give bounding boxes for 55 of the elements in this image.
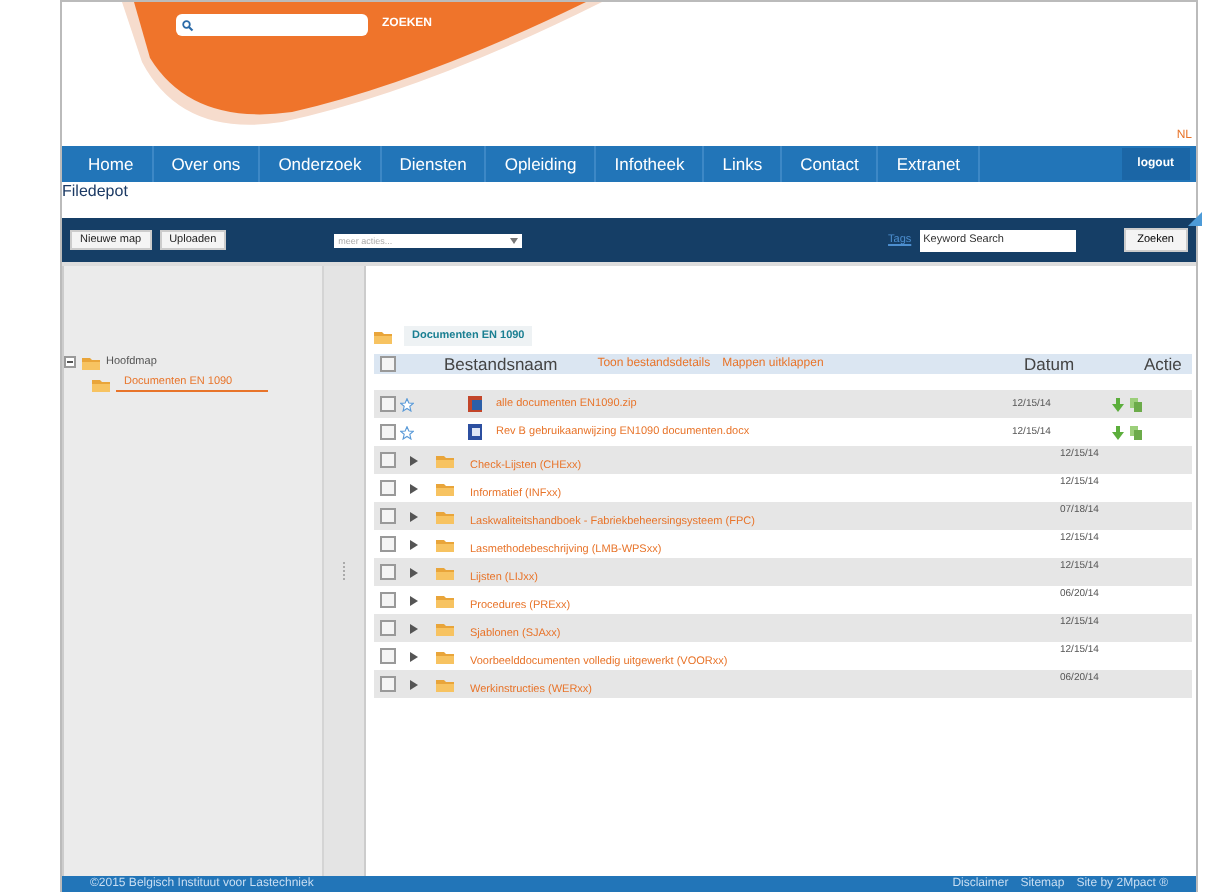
row-checkbox[interactable] [380,648,396,664]
nav-item[interactable]: Diensten [381,146,487,182]
column-header: Actie [1144,354,1184,374]
star-icon [400,425,414,439]
row-checkbox[interactable] [380,396,396,412]
nav-item[interactable]: Links [704,146,783,182]
folder-icon [436,452,454,468]
row-checkbox[interactable] [380,676,396,692]
nav-item[interactable]: Infotheek [596,146,705,182]
expand-arrow-icon[interactable] [410,595,418,605]
star-icon [400,397,414,411]
row-checkbox[interactable] [380,508,396,524]
row-checkbox[interactable] [380,592,396,608]
select-all-checkbox[interactable] [380,356,396,372]
expand-arrow-icon[interactable] [410,511,418,521]
expand-arrow-icon[interactable] [410,623,418,633]
caret-icon [510,237,519,243]
row-checkbox[interactable] [380,564,396,580]
folder-icon [436,508,454,524]
row-checkbox[interactable] [380,620,396,636]
nav-item[interactable]: Extranet [878,146,981,182]
archive-file-icon [466,396,484,412]
document-file-icon [466,424,484,440]
folder-icon [436,536,454,552]
folder-icon [436,648,454,664]
folder-icon [436,564,454,580]
nav-item[interactable]: Contact [782,146,879,182]
expand-arrow-icon[interactable] [410,483,418,493]
expand-arrow-icon[interactable] [410,567,418,577]
folder-icon [92,375,110,391]
column-header: Datum [1024,354,1077,374]
collapse-icon[interactable] [64,355,76,367]
expand-arrow-icon[interactable] [410,539,418,549]
nav-item[interactable]: Onderzoek [260,146,382,182]
row-checkbox[interactable] [380,424,396,440]
column-header: Bestandsnaam [444,354,558,374]
folder-icon [436,620,454,636]
expand-arrow-icon[interactable] [410,679,418,689]
row-checkbox[interactable] [380,480,396,496]
corner-icon [1188,212,1202,226]
nav-item[interactable]: Opleiding [486,146,597,182]
folder-icon [436,480,454,496]
folder-icon [374,328,392,344]
folder-icon [436,676,454,692]
row-checkbox[interactable] [380,452,396,468]
folder-icon [82,353,100,369]
folder-icon [436,592,454,608]
nav-item[interactable]: Home [70,146,154,182]
row-checkbox[interactable] [380,536,396,552]
search-field[interactable] [176,14,368,36]
expand-arrow-icon[interactable] [410,651,418,661]
nav-item[interactable]: Over ons [153,146,261,182]
page-title: Filedepot [62,182,130,204]
search-icon [182,17,194,33]
expand-arrow-icon[interactable] [410,455,418,465]
